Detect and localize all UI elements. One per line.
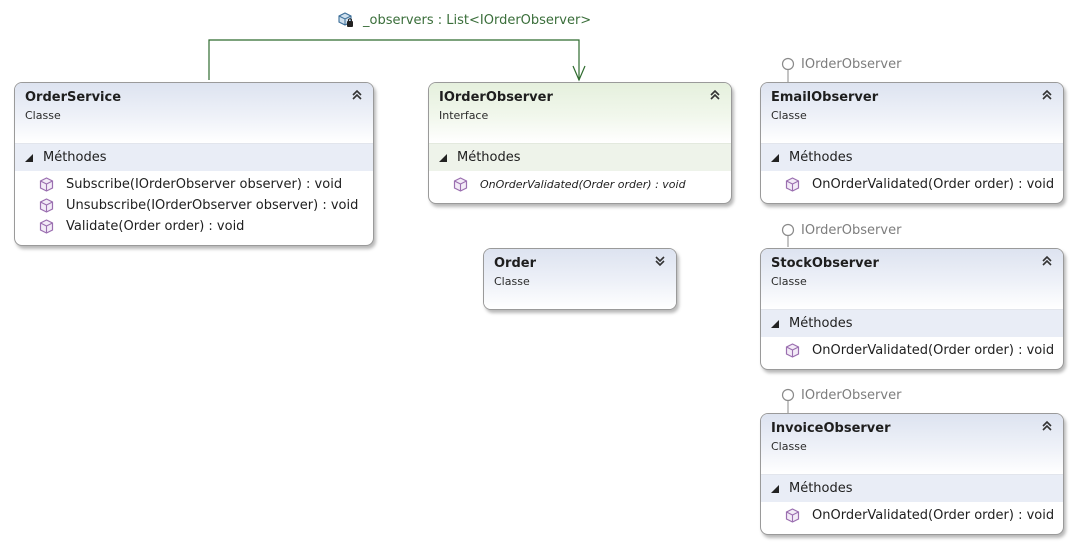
member-list: OnOrderValidated(Order order) : void bbox=[761, 502, 1063, 530]
method-cube-icon bbox=[785, 508, 800, 523]
class-shape-stockobserver[interactable]: StockObserver Classe Méthodes OnOrderVal… bbox=[760, 248, 1064, 370]
shape-name: InvoiceObserver bbox=[771, 421, 891, 436]
chevron-double-up-icon[interactable] bbox=[1040, 255, 1054, 269]
shape-name: IOrderObserver bbox=[439, 90, 553, 105]
chevron-double-up-icon[interactable] bbox=[1040, 89, 1054, 103]
shape-header[interactable]: Order Classe bbox=[484, 249, 676, 309]
lollipop-iorderobserver-invoice[interactable]: IOrderObserver bbox=[781, 386, 901, 404]
method-label: Subscribe(IOrderObserver observer) : voi… bbox=[66, 177, 343, 192]
member-list: OnOrderValidated(Order order) : void bbox=[761, 171, 1063, 199]
section-label: Méthodes bbox=[43, 150, 107, 165]
section-label: Méthodes bbox=[789, 150, 853, 165]
method-row[interactable]: OnOrderValidated(Order order) : void bbox=[429, 174, 731, 195]
field-private-icon bbox=[338, 12, 353, 27]
class-shape-emailobserver[interactable]: EmailObserver Classe Méthodes OnOrderVal… bbox=[760, 82, 1064, 204]
shape-header[interactable]: StockObserver Classe bbox=[761, 249, 1063, 309]
lollipop-iorderobserver-stock[interactable]: IOrderObserver bbox=[781, 221, 901, 239]
shape-kind: Classe bbox=[771, 440, 807, 453]
interface-lollipop-icon bbox=[781, 57, 795, 71]
shape-name: StockObserver bbox=[771, 256, 879, 271]
section-expanded-triangle-icon bbox=[771, 154, 779, 162]
method-cube-icon bbox=[39, 219, 54, 234]
shape-header[interactable]: IOrderObserver Interface bbox=[429, 83, 731, 143]
shape-kind: Classe bbox=[25, 109, 61, 122]
lollipop-iorderobserver-email[interactable]: IOrderObserver bbox=[781, 55, 901, 73]
method-label: OnOrderValidated(Order order) : void bbox=[812, 343, 1055, 358]
shape-name: EmailObserver bbox=[771, 90, 879, 105]
shape-kind: Classe bbox=[771, 275, 807, 288]
method-label: Validate(Order order) : void bbox=[66, 219, 245, 234]
class-shape-orderservice[interactable]: OrderService Classe Méthodes Subscribe(I… bbox=[14, 82, 374, 246]
method-row[interactable]: OnOrderValidated(Order order) : void bbox=[761, 340, 1063, 361]
method-cube-icon bbox=[785, 177, 800, 192]
shape-kind: Classe bbox=[494, 275, 530, 288]
class-shape-order[interactable]: Order Classe bbox=[483, 248, 677, 310]
member-list: OnOrderValidated(Order order) : void bbox=[761, 337, 1063, 365]
section-label: Méthodes bbox=[457, 150, 521, 165]
method-label: OnOrderValidated(Order order) : void bbox=[812, 508, 1055, 523]
method-label: Unsubscribe(IOrderObserver observer) : v… bbox=[66, 198, 359, 213]
section-label: Méthodes bbox=[789, 481, 853, 496]
method-label: OnOrderValidated(Order order) : void bbox=[480, 178, 686, 191]
shape-header[interactable]: OrderService Classe bbox=[15, 83, 373, 143]
lollipop-label: IOrderObserver bbox=[801, 222, 902, 238]
member-list: Subscribe(IOrderObserver observer) : voi… bbox=[15, 171, 373, 241]
methods-section-toggle[interactable]: Méthodes bbox=[761, 474, 1063, 502]
methods-section-toggle[interactable]: Méthodes bbox=[15, 143, 373, 171]
interface-shape-iorderobserver[interactable]: IOrderObserver Interface Méthodes OnOrde… bbox=[428, 82, 732, 204]
method-row[interactable]: OnOrderValidated(Order order) : void bbox=[761, 505, 1063, 526]
lollipop-label: IOrderObserver bbox=[801, 387, 902, 403]
lollipop-label: IOrderObserver bbox=[801, 56, 902, 72]
class-shape-invoiceobserver[interactable]: InvoiceObserver Classe Méthodes OnOrderV… bbox=[760, 413, 1064, 535]
interface-lollipop-icon bbox=[781, 223, 795, 237]
method-cube-icon bbox=[39, 177, 54, 192]
method-cube-icon bbox=[785, 343, 800, 358]
methods-section-toggle[interactable]: Méthodes bbox=[761, 143, 1063, 171]
chevron-double-down-icon[interactable] bbox=[653, 255, 667, 269]
shape-kind: Classe bbox=[771, 109, 807, 122]
interface-lollipop-icon bbox=[781, 388, 795, 402]
chevron-double-up-icon[interactable] bbox=[1040, 420, 1054, 434]
association-label[interactable]: _observers : List<IOrderObserver> bbox=[337, 10, 591, 30]
shape-header[interactable]: InvoiceObserver Classe bbox=[761, 414, 1063, 474]
methods-section-toggle[interactable]: Méthodes bbox=[429, 143, 731, 171]
member-list: OnOrderValidated(Order order) : void bbox=[429, 171, 731, 199]
methods-section-toggle[interactable]: Méthodes bbox=[761, 309, 1063, 337]
association-label-text: _observers : List<IOrderObserver> bbox=[363, 12, 592, 28]
method-row[interactable]: Validate(Order order) : void bbox=[15, 216, 373, 237]
method-cube-icon bbox=[453, 177, 468, 192]
method-row[interactable]: OnOrderValidated(Order order) : void bbox=[761, 174, 1063, 195]
shape-header[interactable]: EmailObserver Classe bbox=[761, 83, 1063, 143]
method-label: OnOrderValidated(Order order) : void bbox=[812, 177, 1055, 192]
section-expanded-triangle-icon bbox=[771, 485, 779, 493]
association-line[interactable] bbox=[208, 39, 580, 80]
class-diagram-canvas: _observers : List<IOrderObserver> OrderS… bbox=[0, 0, 1078, 549]
section-expanded-triangle-icon bbox=[439, 154, 447, 162]
chevron-double-up-icon[interactable] bbox=[350, 89, 364, 103]
section-expanded-triangle-icon bbox=[25, 154, 33, 162]
section-expanded-triangle-icon bbox=[771, 320, 779, 328]
method-cube-icon bbox=[39, 198, 54, 213]
method-row[interactable]: Unsubscribe(IOrderObserver observer) : v… bbox=[15, 195, 373, 216]
shape-name: OrderService bbox=[25, 90, 122, 105]
section-label: Méthodes bbox=[789, 316, 853, 331]
method-row[interactable]: Subscribe(IOrderObserver observer) : voi… bbox=[15, 174, 373, 195]
shape-kind: Interface bbox=[439, 109, 489, 122]
shape-name: Order bbox=[494, 256, 536, 271]
chevron-double-up-icon[interactable] bbox=[708, 89, 722, 103]
